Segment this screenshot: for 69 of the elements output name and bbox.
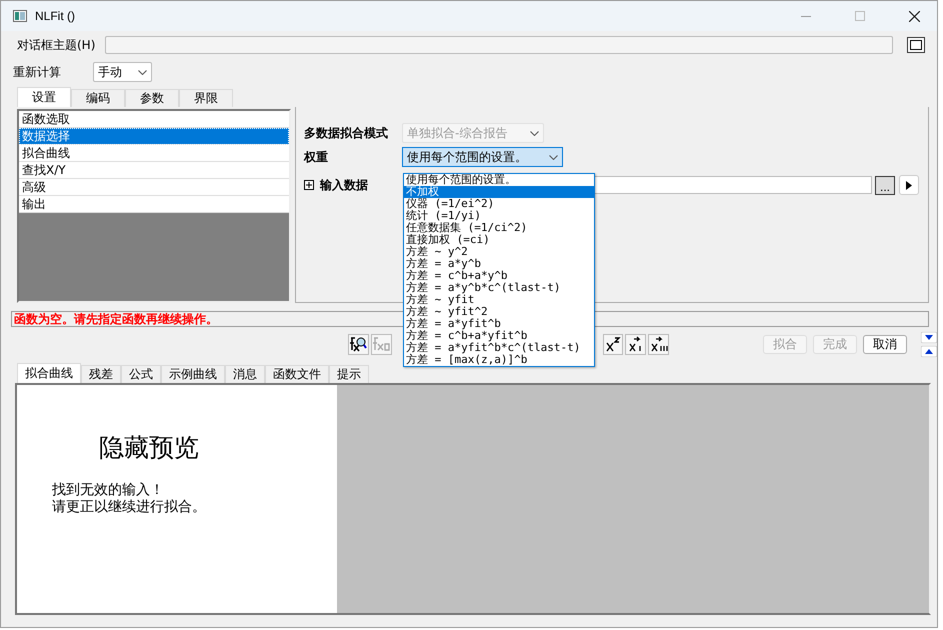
- window-title: NLFit (): [35, 9, 75, 23]
- dropdown-option[interactable]: 方差 ~ y^2: [404, 246, 594, 258]
- dropdown-option[interactable]: 方差 = a*yfit^b*c^(tlast-t): [404, 342, 594, 354]
- x-squared-icon: [604, 336, 621, 352]
- function-search-icon: [349, 336, 368, 352]
- browse-button[interactable]: ...: [875, 176, 895, 194]
- tab[interactable]: 参数: [125, 89, 179, 107]
- play-button[interactable]: [899, 175, 919, 195]
- input-data-label: 输入数据: [320, 176, 369, 194]
- recalculate-select[interactable]: 手动: [93, 62, 152, 82]
- preview-message: 请更正以继续进行拟合。: [52, 499, 207, 516]
- preview-title: 隐藏预览: [99, 432, 200, 464]
- list-item[interactable]: 数据选择: [19, 128, 289, 145]
- expand-button[interactable]: [907, 37, 925, 53]
- dropdown-option[interactable]: 方差 = c^b+a*yfit^b: [404, 330, 594, 342]
- toolbar-button[interactable]: [625, 334, 646, 354]
- list-item[interactable]: 函数选取: [19, 111, 289, 128]
- tab[interactable]: 示例曲线: [161, 365, 225, 383]
- dropdown-option[interactable]: 方差 ~ yfit^2: [404, 306, 594, 318]
- tab[interactable]: 残差: [81, 365, 121, 383]
- maximize-icon: [855, 11, 865, 21]
- square-icon: [910, 40, 922, 50]
- weight-label: 权重: [304, 148, 329, 166]
- arrow-up-icon[interactable]: [920, 346, 937, 356]
- dropdown-option[interactable]: 方差 ~ yfit: [404, 294, 594, 306]
- dropdown-option[interactable]: 直接加权 (=ci): [404, 234, 594, 246]
- action-button[interactable]: 取消: [862, 334, 907, 354]
- chevron-down-icon: [138, 70, 147, 74]
- list-item[interactable]: 高级: [19, 179, 289, 196]
- arrow-down-icon[interactable]: [920, 332, 937, 342]
- tab[interactable]: 公式: [121, 365, 161, 383]
- chevron-down-icon: [530, 130, 539, 136]
- play-icon: [906, 180, 912, 190]
- dropdown-option[interactable]: 不加权: [404, 186, 594, 198]
- list-item[interactable]: 输出: [19, 196, 289, 213]
- error-message: 函数为空。请先指定函数再继续操作。: [13, 310, 218, 328]
- dropdown-option[interactable]: 方差 = [max(z,a)]^b: [404, 354, 594, 366]
- multi-data-mode-label: 多数据拟合模式: [304, 124, 389, 142]
- dropdown-option[interactable]: 方差 = c^b+a*y^b: [404, 270, 594, 282]
- toolbar-button[interactable]: [648, 334, 669, 354]
- dropdown-option[interactable]: 方差 = a*y^b: [404, 258, 594, 270]
- chevron-down-icon: [549, 154, 558, 160]
- preview-message: 找到无效的输入！: [52, 482, 164, 499]
- expand-icon[interactable]: [304, 180, 314, 190]
- recalculate-label: 重新计算: [13, 64, 62, 80]
- dropdown-option[interactable]: 仪器 (=1/ei^2): [404, 198, 594, 210]
- x-multistep-icon: [650, 336, 668, 352]
- dropdown-option[interactable]: 使用每个范围的设置。: [404, 174, 594, 186]
- toolbar-button[interactable]: [602, 334, 624, 354]
- toolbar-button[interactable]: [348, 334, 369, 354]
- list-item[interactable]: 拟合曲线: [19, 145, 289, 162]
- dropdown-option[interactable]: 方差 = a*yfit^b: [404, 318, 594, 330]
- tab[interactable]: 函数文件: [265, 365, 329, 383]
- list-item[interactable]: 查找X/Y: [19, 162, 289, 179]
- dialog-theme-field[interactable]: [105, 36, 893, 54]
- dropdown-option[interactable]: 统计 (=1/yi): [404, 210, 594, 222]
- dropdown-option[interactable]: 方差 = a*y^b*c^(tlast-t): [404, 282, 594, 294]
- weight-select[interactable]: 使用每个范围的设置。: [402, 147, 563, 167]
- tab[interactable]: 拟合曲线: [17, 363, 81, 383]
- tab[interactable]: 界限: [179, 89, 233, 107]
- close-icon: [908, 10, 920, 22]
- dropdown-option[interactable]: 任意数据集 (=1/ci^2): [404, 222, 594, 234]
- tab[interactable]: 消息: [225, 365, 265, 383]
- app-icon: [13, 10, 27, 22]
- tab[interactable]: 提示: [329, 365, 369, 383]
- function-icon: [372, 336, 390, 352]
- tab[interactable]: 编码: [71, 89, 125, 107]
- tab[interactable]: 设置: [17, 87, 71, 107]
- dialog-theme-label: 对话框主题(H): [17, 36, 96, 54]
